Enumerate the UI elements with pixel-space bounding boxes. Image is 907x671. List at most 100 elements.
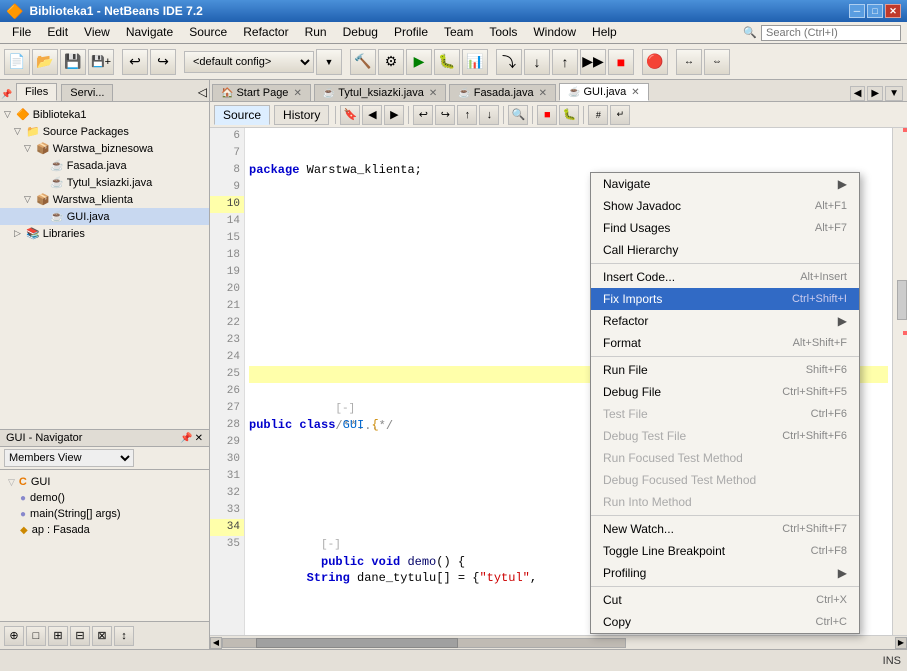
next-bookmark-button[interactable]: ▶ [384, 105, 404, 125]
menu-navigate[interactable]: Navigate [118, 23, 181, 41]
goto-source-btn2[interactable]: ⇔ [704, 49, 730, 75]
profile-project-button[interactable]: 📊 [462, 49, 488, 75]
menu-team[interactable]: Team [436, 23, 481, 41]
run-project-button[interactable]: ▶ [406, 49, 432, 75]
tree-warstwa-klient[interactable]: ▽ 📦 Warstwa_klienta [0, 191, 209, 208]
tree-fasada[interactable]: ☕ Fasada.java [0, 157, 209, 174]
menu-file[interactable]: File [4, 23, 39, 41]
nav-btn1[interactable]: ⊕ [4, 626, 24, 646]
tree-root[interactable]: ▽ 🔶 Biblioteka1 [0, 106, 209, 123]
menu-run[interactable]: Run [297, 23, 335, 41]
stop-debug-button[interactable]: ■ [537, 105, 557, 125]
cm-fix-imports[interactable]: Fix Imports Ctrl+Shift+I [591, 288, 859, 310]
prev-edit-button[interactable]: ↩ [413, 105, 433, 125]
save-all-button[interactable]: 💾+ [88, 49, 114, 75]
prev-occurrence-button[interactable]: ↑ [457, 105, 477, 125]
nav-btn5[interactable]: ⊠ [92, 626, 112, 646]
cm-profiling[interactable]: Profiling ▶ [591, 562, 859, 584]
scroll-right-button[interactable]: ▶ [895, 637, 907, 649]
config-select[interactable]: <default config> [184, 51, 314, 73]
minimize-button[interactable]: ─ [849, 4, 865, 18]
step-into-button[interactable]: ↓ [524, 49, 550, 75]
tab-close-button[interactable]: ✕ [631, 87, 639, 98]
save-button[interactable]: 💾 [60, 49, 86, 75]
tree-libraries[interactable]: ▷ 📚 Libraries [0, 225, 209, 242]
nav-btn2[interactable]: □ [26, 626, 46, 646]
tab-services[interactable]: Servi... [61, 84, 113, 101]
nav-btn6[interactable]: ↕ [114, 626, 134, 646]
cm-insert-code[interactable]: Insert Code... Alt+Insert [591, 266, 859, 288]
cm-new-watch[interactable]: New Watch... Ctrl+Shift+F7 [591, 518, 859, 540]
toggle-bookmark-button[interactable]: 🔖 [340, 105, 360, 125]
cm-refactor[interactable]: Refactor ▶ [591, 310, 859, 332]
menu-help[interactable]: Help [584, 23, 625, 41]
tab-right-arrow[interactable]: ▶ [867, 86, 883, 101]
undo-button[interactable]: ↩ [122, 49, 148, 75]
tree-warstwa-biz[interactable]: ▽ 📦 Warstwa_biznesowa [0, 140, 209, 157]
fold-handle[interactable]: [-] [321, 539, 341, 551]
menu-view[interactable]: View [76, 23, 118, 41]
cm-format[interactable]: Format Alt+Shift+F [591, 332, 859, 354]
tab-close-button[interactable]: ✕ [293, 88, 301, 99]
continue-button[interactable]: ▶▶ [580, 49, 606, 75]
panel-collapse-button[interactable]: ◁ [196, 83, 209, 101]
nav-demo[interactable]: ● demo() [0, 490, 209, 506]
debug-project-button[interactable]: 🐛 [434, 49, 460, 75]
fold-handle[interactable]: [-] [335, 403, 355, 415]
nav-main[interactable]: ● main(String[] args) [0, 506, 209, 522]
editor-scrollbar[interactable] [892, 128, 907, 635]
find-button[interactable]: 🔍 [508, 105, 528, 125]
panel-pin-button[interactable]: 📌 [0, 87, 14, 101]
goto-source-button[interactable]: ↔ [676, 49, 702, 75]
nav-close-button[interactable]: ✕ [195, 433, 203, 444]
scrollbar-thumb[interactable] [897, 280, 907, 320]
step-out-button[interactable]: ↑ [552, 49, 578, 75]
menu-profile[interactable]: Profile [386, 23, 436, 41]
nav-btn4[interactable]: ⊟ [70, 626, 90, 646]
tab-gui[interactable]: ☕ GUI.java ✕ [559, 83, 649, 101]
cm-copy[interactable]: Copy Ctrl+C [591, 611, 859, 633]
prev-bookmark-button[interactable]: ◀ [362, 105, 382, 125]
next-edit-button[interactable]: ↪ [435, 105, 455, 125]
history-tab[interactable]: History [274, 105, 329, 125]
stop-button[interactable]: ■ [608, 49, 634, 75]
nav-view-select[interactable]: Members View [4, 449, 134, 467]
horizontal-scrollbar[interactable]: ◀ ▶ [210, 635, 907, 649]
tab-files[interactable]: Files [16, 83, 57, 101]
source-tab[interactable]: Source [214, 105, 270, 125]
menu-debug[interactable]: Debug [335, 23, 386, 41]
tab-dropdown-arrow[interactable]: ▼ [885, 86, 903, 101]
cm-show-javadoc[interactable]: Show Javadoc Alt+F1 [591, 195, 859, 217]
tab-left-arrow[interactable]: ◀ [850, 86, 866, 101]
cm-call-hierarchy[interactable]: Call Hierarchy [591, 239, 859, 261]
menu-window[interactable]: Window [525, 23, 584, 41]
cm-toggle-breakpoint[interactable]: Toggle Line Breakpoint Ctrl+F8 [591, 540, 859, 562]
tree-gui[interactable]: ☕ GUI.java [0, 208, 209, 225]
config-dropdown-button[interactable]: ▼ [316, 49, 342, 75]
menu-edit[interactable]: Edit [39, 23, 76, 41]
menu-refactor[interactable]: Refactor [235, 23, 296, 41]
toggle-breakpoint-button[interactable]: 🔴 [642, 49, 668, 75]
menu-tools[interactable]: Tools [481, 23, 525, 41]
cm-find-usages[interactable]: Find Usages Alt+F7 [591, 217, 859, 239]
tab-close-button[interactable]: ✕ [429, 88, 437, 99]
new-project-button[interactable]: 📄 [4, 49, 30, 75]
scroll-left-button[interactable]: ◀ [210, 637, 222, 649]
search-input[interactable] [761, 25, 901, 41]
tab-tytul[interactable]: ☕ Tytul_ksiazki.java ✕ [314, 84, 446, 101]
maximize-button[interactable]: □ [867, 4, 883, 18]
tab-close-button[interactable]: ✕ [539, 88, 547, 99]
clean-build-button[interactable]: ⚙ [378, 49, 404, 75]
tree-source-packages[interactable]: ▽ 📁 Source Packages [0, 123, 209, 140]
debug-button[interactable]: 🐛 [559, 105, 579, 125]
menu-source[interactable]: Source [181, 23, 235, 41]
next-occurrence-button[interactable]: ↓ [479, 105, 499, 125]
scrollbar-thumb-h[interactable] [256, 638, 458, 648]
nav-pin-button[interactable]: 📌 [180, 433, 192, 444]
nav-root[interactable]: ▽ C GUI [0, 474, 209, 490]
open-project-button[interactable]: 📂 [32, 49, 58, 75]
build-project-button[interactable]: 🔨 [350, 49, 376, 75]
close-button[interactable]: ✕ [885, 4, 901, 18]
cm-navigate[interactable]: Navigate ▶ [591, 173, 859, 195]
redo-button[interactable]: ↪ [150, 49, 176, 75]
